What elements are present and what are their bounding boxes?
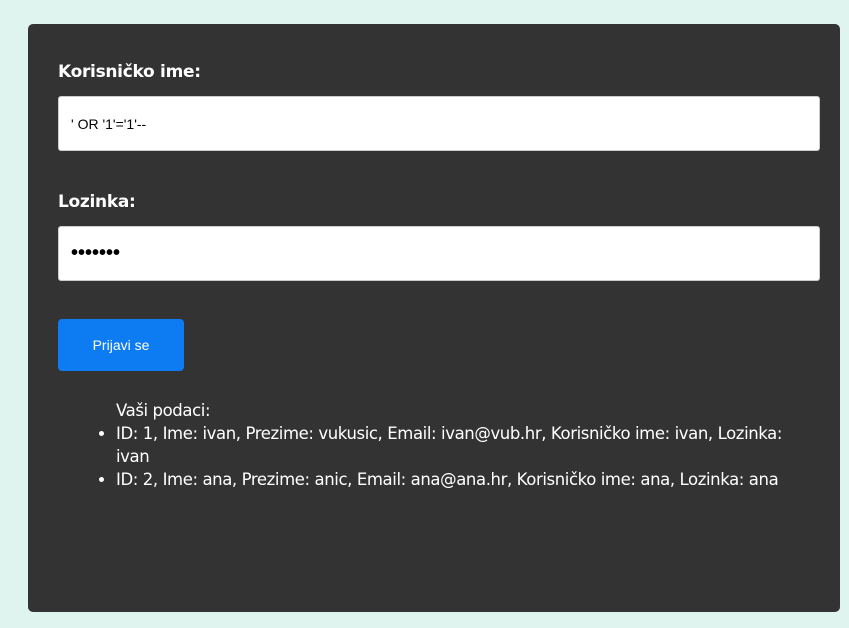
list-item: ID: 2, Ime: ana, Prezime: anic, Email: a… (116, 468, 810, 491)
login-card: Korisničko ime: Lozinka: Prijavi se Vaši… (28, 24, 840, 612)
user-data-section: Vaši podaci: ID: 1, Ime: ivan, Prezime: … (58, 399, 810, 491)
user-data-list: ID: 1, Ime: ivan, Prezime: vukusic, Emai… (58, 422, 810, 491)
username-input[interactable] (58, 96, 820, 151)
password-input[interactable] (58, 226, 820, 281)
login-button[interactable]: Prijavi se (58, 319, 184, 371)
user-data-heading: Vaši podaci: (116, 401, 211, 420)
password-label: Lozinka: (58, 192, 136, 212)
list-item: ID: 1, Ime: ivan, Prezime: vukusic, Emai… (116, 422, 810, 468)
username-label: Korisničko ime: (58, 62, 201, 82)
